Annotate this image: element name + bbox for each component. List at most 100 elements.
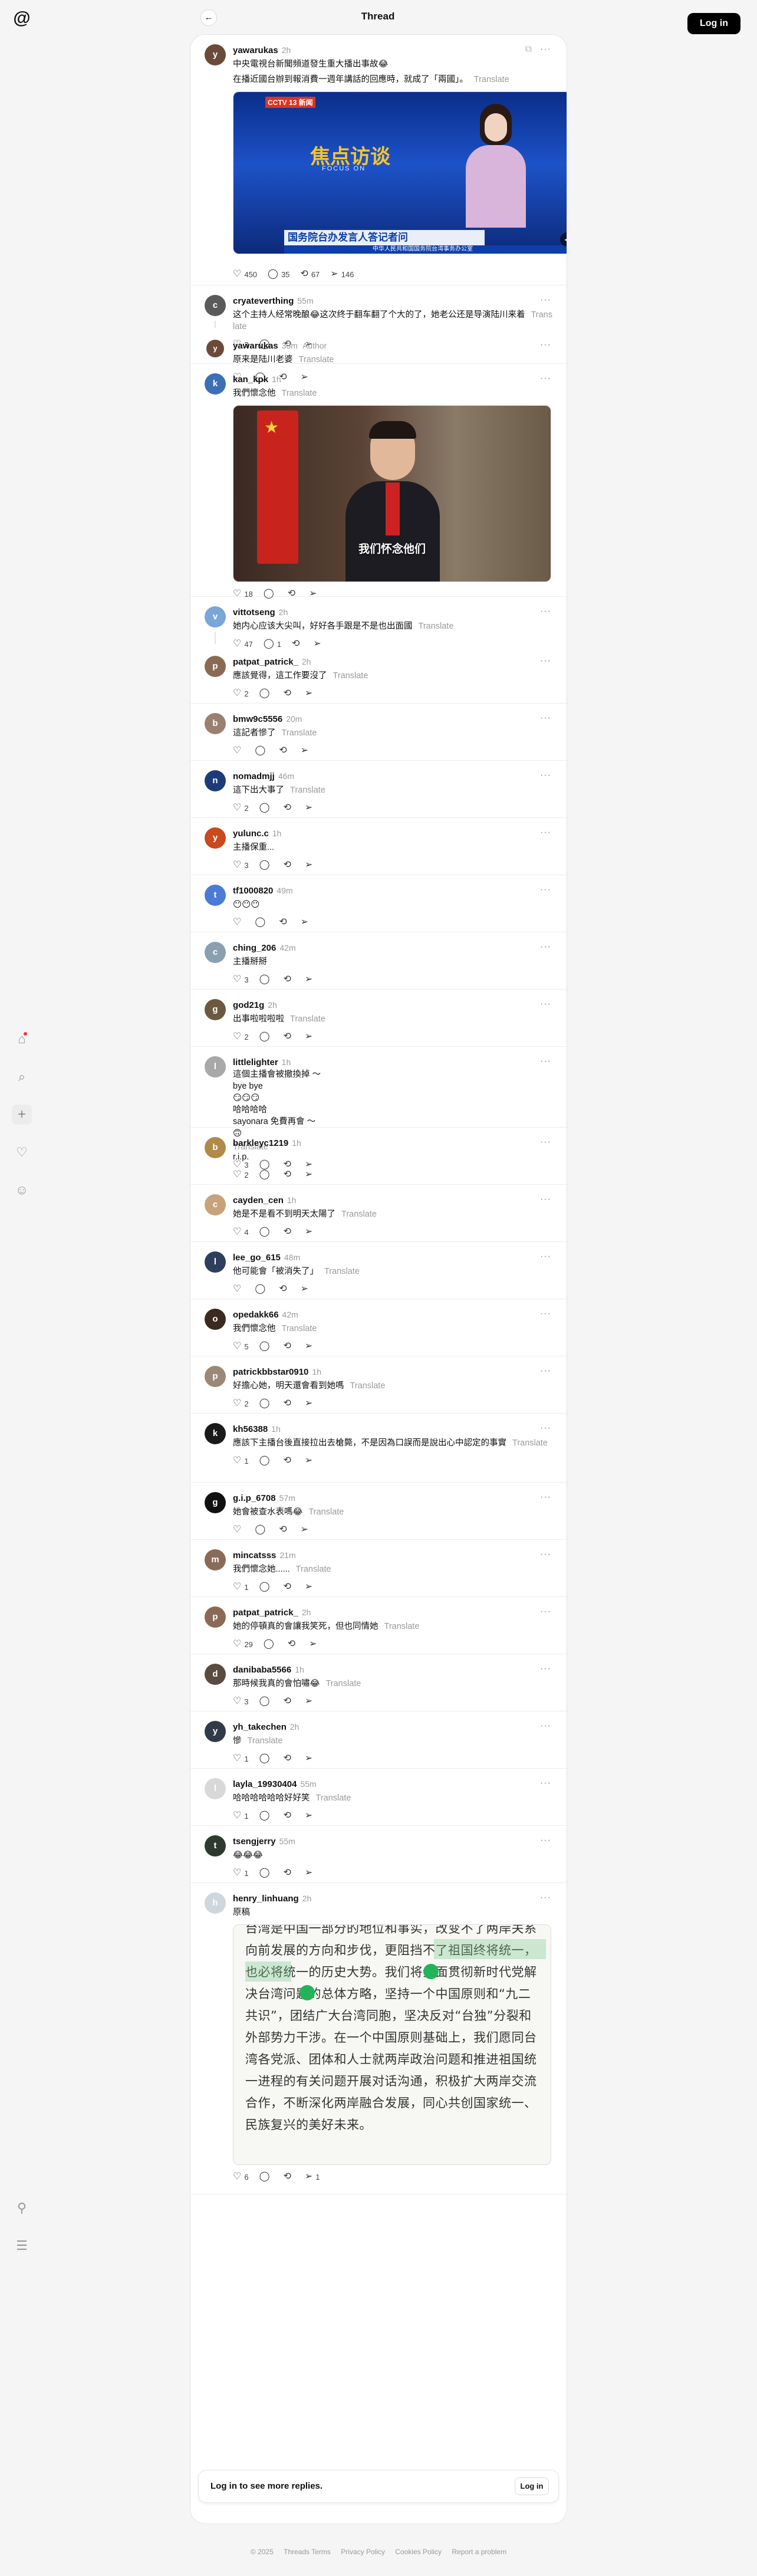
translate-link[interactable]: Translate <box>316 1793 351 1803</box>
avatar[interactable]: p <box>205 1366 226 1387</box>
reply-button[interactable]: ◯ <box>259 1169 273 1181</box>
avatar[interactable]: y <box>205 827 226 849</box>
translate-link[interactable]: Translate <box>474 75 509 84</box>
more-icon[interactable]: ··· <box>540 1056 551 1067</box>
translate-link[interactable]: Translate <box>512 1438 548 1448</box>
threads-logo-icon[interactable]: @ <box>12 8 32 28</box>
reply-button[interactable]: ◯ <box>255 916 268 928</box>
home-icon[interactable]: ⌂ <box>12 1029 32 1049</box>
pin-icon[interactable]: ⚲ <box>12 2198 32 2218</box>
avatar[interactable]: h <box>205 1892 226 1914</box>
username[interactable]: henry_linhuang <box>233 1894 299 1904</box>
username[interactable]: layla_19930404 <box>233 1779 297 1789</box>
translate-link[interactable]: Translate <box>324 1267 360 1276</box>
more-icon[interactable]: ··· <box>540 1423 551 1434</box>
like-button[interactable]: ♡ 5 <box>233 1340 249 1352</box>
like-button[interactable]: ♡ 2 <box>233 802 249 814</box>
reply-button[interactable]: ◯ <box>259 859 273 871</box>
reply-button[interactable]: ◯ 35 <box>268 268 289 280</box>
reply-button[interactable]: ◯ <box>259 2171 273 2183</box>
share-button[interactable]: ➢ <box>305 1867 315 1879</box>
reply-button[interactable]: ◯ <box>259 1810 273 1822</box>
footer-link-report[interactable]: Report a problem <box>452 2548 506 2556</box>
translate-link[interactable]: Translate <box>282 728 317 738</box>
share-button[interactable]: ➢ <box>305 1581 315 1593</box>
avatar[interactable]: k <box>205 1423 226 1444</box>
translate-link[interactable]: Translate <box>282 389 317 398</box>
username[interactable]: cayden_cen <box>233 1195 284 1205</box>
share-button[interactable]: ➢ <box>301 916 311 928</box>
repost-button[interactable]: ⟲ <box>283 1169 294 1181</box>
translate-link[interactable]: Translate <box>350 1381 386 1391</box>
like-button[interactable]: ♡ 29 <box>233 1638 253 1650</box>
repost-button[interactable]: ⟲ <box>283 1581 294 1593</box>
more-icon[interactable]: ··· <box>540 1251 551 1262</box>
more-icon[interactable]: ··· <box>540 885 551 895</box>
footer-link-terms[interactable]: Threads Terms <box>284 2548 331 2556</box>
username[interactable]: kh56388 <box>233 1424 268 1434</box>
username[interactable]: mincatsss <box>233 1550 276 1560</box>
avatar[interactable]: p <box>205 656 226 677</box>
repost-button[interactable]: ⟲ <box>279 745 289 757</box>
share-button[interactable]: ➢ <box>305 1169 315 1181</box>
avatar[interactable]: y <box>205 44 226 65</box>
repost-button[interactable]: ⟲ <box>283 688 294 699</box>
avatar[interactable]: t <box>205 885 226 906</box>
repost-button[interactable]: ⟲ <box>283 1455 294 1467</box>
more-icon[interactable]: ··· <box>540 1549 551 1560</box>
username[interactable]: barkleyc1219 <box>233 1138 288 1148</box>
username[interactable]: kan_kpk <box>233 374 268 385</box>
like-button[interactable]: ♡ 3 <box>233 1696 249 1707</box>
more-icon[interactable]: ··· <box>540 1892 551 1903</box>
video-thumbnail-image[interactable]: ★ 我们怀念他们 <box>233 405 551 582</box>
share-button[interactable]: ➢ <box>305 1398 315 1409</box>
avatar[interactable]: k <box>205 373 226 395</box>
username[interactable]: patpat_patrick_ <box>233 1608 298 1618</box>
share-button[interactable]: ➢ <box>301 1524 311 1536</box>
repost-button[interactable]: ⟲ <box>279 1283 289 1295</box>
repost-button[interactable]: ⟲ <box>283 1753 294 1765</box>
username[interactable]: yawarukas <box>233 341 278 351</box>
translate-link[interactable]: Translate <box>419 622 454 631</box>
avatar[interactable]: y <box>205 1721 226 1742</box>
more-icon[interactable]: ··· <box>540 1137 551 1148</box>
reply-button[interactable]: ◯ <box>259 1581 273 1593</box>
like-button[interactable]: ♡ 4 <box>233 1226 249 1238</box>
repost-button[interactable]: ⟲ <box>283 974 294 985</box>
more-icon[interactable]: ··· <box>540 606 551 617</box>
reply-button[interactable]: ◯ <box>259 1753 273 1765</box>
like-button[interactable]: ♡ 3 <box>233 974 249 985</box>
like-button[interactable]: ♡ 1 <box>233 1867 249 1879</box>
like-button[interactable]: ♡ 1 <box>233 1753 249 1765</box>
repost-button[interactable]: ⟲ <box>288 1638 298 1650</box>
more-icon[interactable]: ··· <box>540 1606 551 1617</box>
like-button[interactable]: ♡ 1 <box>233 1455 249 1467</box>
more-icon[interactable]: ··· <box>540 1778 551 1789</box>
username[interactable]: cryateverthing <box>233 296 294 306</box>
avatar[interactable]: l <box>205 1251 226 1273</box>
more-icon[interactable]: ··· <box>540 1492 551 1503</box>
translate-link[interactable]: Translate <box>299 355 334 364</box>
username[interactable]: danibaba5566 <box>233 1665 291 1675</box>
share-button[interactable]: ➢ <box>305 974 315 985</box>
username[interactable]: yawarukas <box>233 45 278 55</box>
activity-icon[interactable]: ♡ <box>12 1142 32 1162</box>
like-button[interactable]: ♡ 3 <box>233 859 249 871</box>
translate-link[interactable]: Translate <box>384 1622 420 1631</box>
avatar[interactable]: c <box>205 942 226 963</box>
more-icon[interactable]: ··· <box>540 1835 551 1846</box>
translate-link[interactable]: Translate <box>296 1565 331 1574</box>
translate-link[interactable]: Translate <box>333 671 368 681</box>
avatar[interactable]: g <box>205 1492 226 1513</box>
avatar[interactable]: y <box>206 340 224 357</box>
news-screenshot-image[interactable]: CCTV 13 新闻 焦点访谈 FOCUS ON 国务院台办发言人答记者问 中华… <box>233 91 567 254</box>
reply-button[interactable]: ◯ <box>259 1696 273 1707</box>
username[interactable]: littlelighter <box>233 1057 278 1067</box>
reply-button[interactable]: ◯ <box>259 974 273 985</box>
avatar[interactable]: v <box>205 606 226 627</box>
more-icon[interactable]: ··· <box>540 656 551 666</box>
username[interactable]: g.i.p_6708 <box>233 1493 276 1503</box>
username[interactable]: tsengjerry <box>233 1836 276 1846</box>
reply-button[interactable]: ◯ <box>259 802 273 814</box>
repost-button[interactable]: ⟲ <box>283 1398 294 1409</box>
